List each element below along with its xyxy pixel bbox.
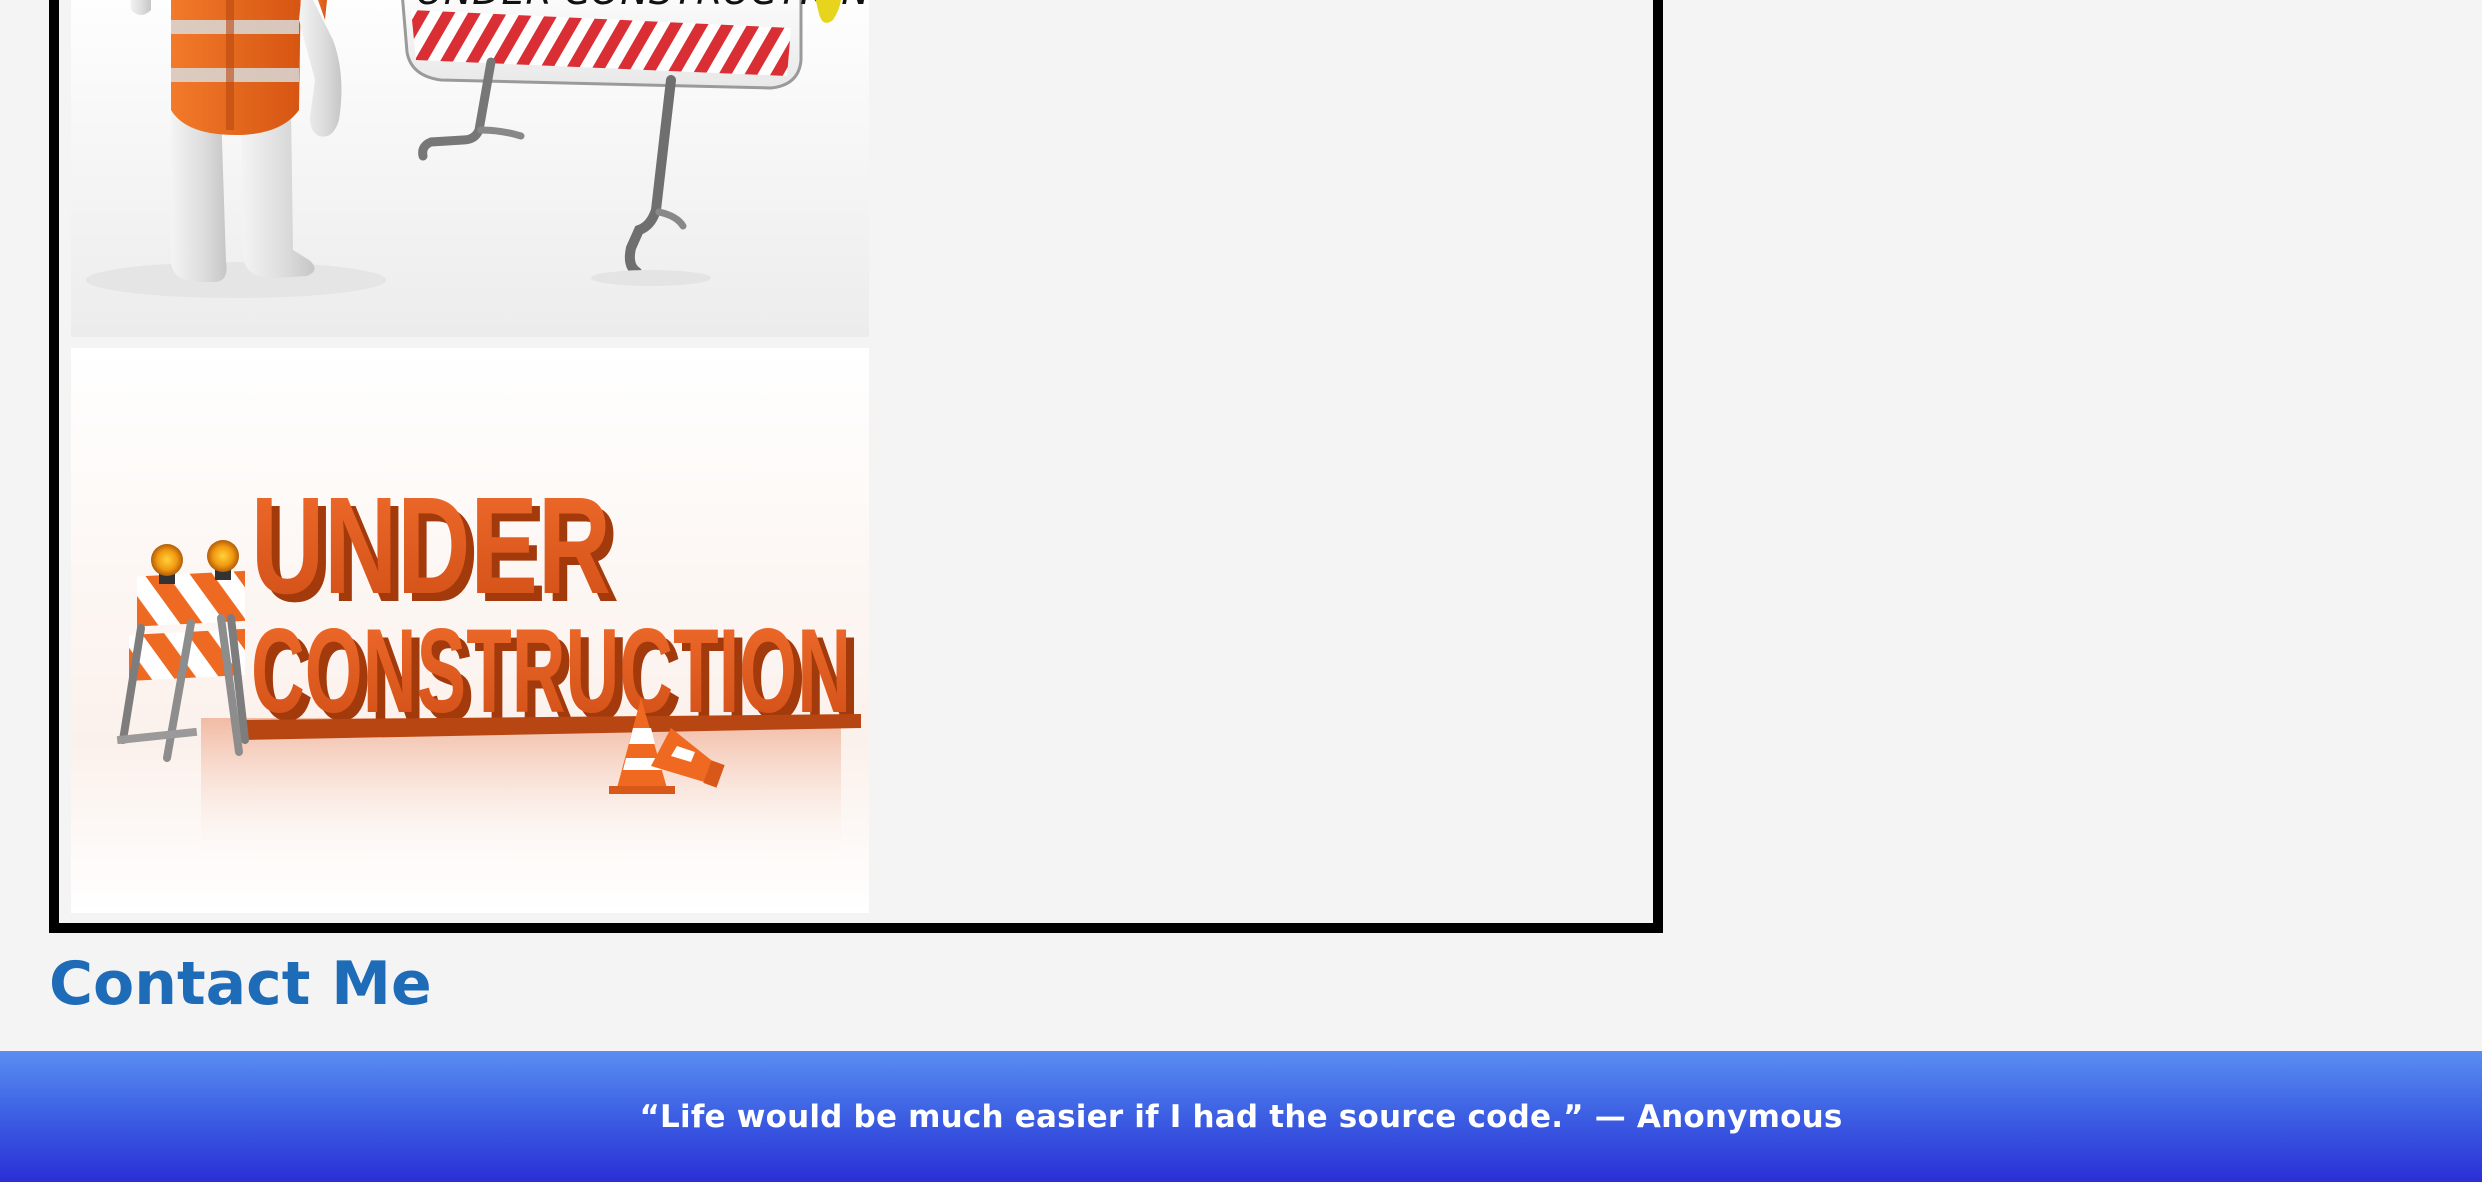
under-construction-3d-text-image: UNDER UNDER CONSTRUCTION CONSTRUCTION [71, 348, 869, 913]
contact-heading[interactable]: Contact Me [49, 944, 432, 1024]
sign-text: UNDER CONSTRUCTION [416, 0, 869, 13]
footer-quote: “Life would be much easier if I had the … [639, 1098, 1843, 1135]
svg-text:UNDER: UNDER [251, 469, 611, 623]
gallery-frame: UNDER CONSTRUCTION [49, 0, 1663, 933]
footer: “Life would be much easier if I had the … [0, 1051, 2482, 1182]
page: UNDER CONSTRUCTION [0, 0, 2482, 1182]
under-construction-sign-worker-image: UNDER CONSTRUCTION [71, 0, 869, 337]
